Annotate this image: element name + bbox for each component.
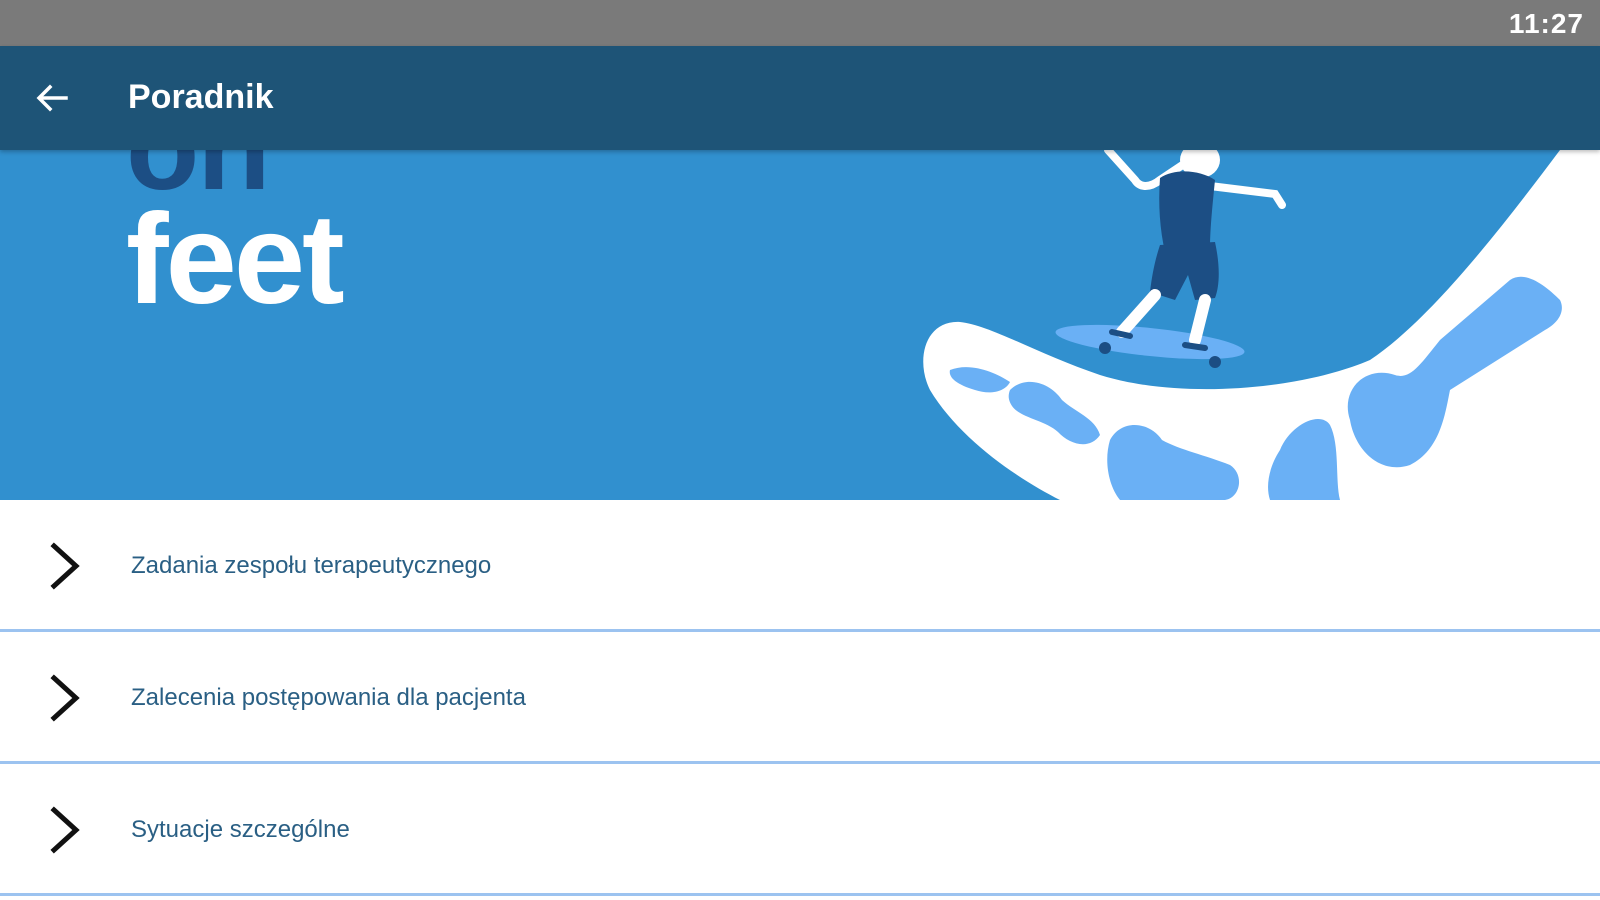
menu-item-label: Zalecenia postępowania dla pacjenta xyxy=(131,684,526,711)
menu-item-patient-recommendations[interactable]: Zalecenia postępowania dla pacjenta xyxy=(0,632,1600,764)
chevron-right-icon xyxy=(50,542,80,590)
chevron-right-icon xyxy=(50,674,80,722)
menu-item-label: Zadania zespołu terapeutycznego xyxy=(131,552,492,579)
menu-item-label: Sytuacje szczególne xyxy=(131,816,350,843)
app-bar: Poradnik xyxy=(0,46,1600,150)
status-bar: 11:27 xyxy=(0,0,1600,46)
banner-headline: feet xyxy=(126,188,345,331)
page-title: Poradnik xyxy=(128,78,274,116)
menu-item-therapeutic-team-tasks[interactable]: Zadania zespołu terapeutycznego xyxy=(0,500,1600,632)
chevron-right-icon xyxy=(50,806,80,854)
guide-menu: Zadania zespołu terapeutycznego Zaleceni… xyxy=(0,500,1600,896)
back-button[interactable] xyxy=(22,68,82,128)
status-time: 11:27 xyxy=(1508,8,1584,39)
menu-item-special-situations[interactable]: Sytuacje szczególne xyxy=(0,764,1600,896)
arrow-left-icon xyxy=(36,84,68,112)
hero-banner: on feet xyxy=(0,150,1600,500)
